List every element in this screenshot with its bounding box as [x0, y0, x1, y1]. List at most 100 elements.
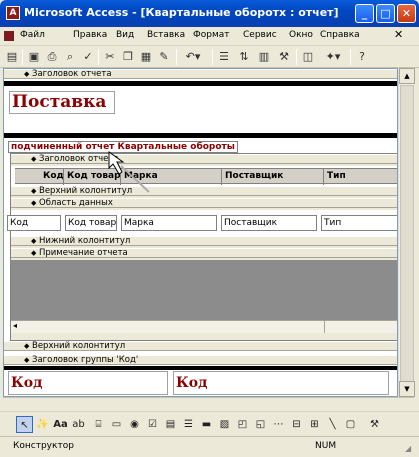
new-object-icon[interactable]: ✦▾	[320, 49, 346, 65]
band-label: Верхний колонтитул	[32, 341, 126, 351]
print-icon[interactable]: ⎙	[44, 49, 60, 65]
menu-insert[interactable]: Вставка	[147, 30, 185, 40]
band-page-header[interactable]: ◆ Верхний колонтитул	[4, 341, 397, 351]
textbox-icon[interactable]: ab	[70, 416, 87, 433]
command-button-icon[interactable]: ▬	[198, 416, 215, 433]
tab-control-icon[interactable]: ⊟	[288, 416, 305, 433]
menu-view[interactable]: Вид	[116, 30, 134, 40]
band-report-header[interactable]: ◆ Заголовок отчета	[4, 69, 397, 79]
menu-format[interactable]: Формат	[193, 30, 230, 40]
select-objects-icon[interactable]: ↖	[16, 416, 33, 433]
maximize-button[interactable]: □	[376, 4, 395, 23]
bound-frame-icon[interactable]: ◱	[252, 416, 269, 433]
rectangle-icon[interactable]: ▢	[342, 416, 359, 433]
sub-header-section: Код Код товара Марка Поставщик Тип	[11, 166, 397, 186]
combobox-icon[interactable]: ▤	[162, 416, 179, 433]
minimize-button[interactable]: _	[355, 4, 374, 23]
control-wizards-icon[interactable]: ✨	[34, 416, 51, 433]
scroll-thumb[interactable]	[400, 85, 414, 385]
copy-icon[interactable]: ❐	[120, 49, 136, 65]
checkbox-icon[interactable]: ☑	[144, 416, 161, 433]
help-icon[interactable]: ?	[354, 49, 370, 65]
band-arrow-icon: ◆	[24, 342, 30, 350]
sorting-grouping-icon[interactable]: ⇅	[236, 49, 252, 65]
resize-grip-icon[interactable]: ◢	[405, 444, 411, 453]
label-icon[interactable]: Aa	[52, 416, 69, 433]
build-icon[interactable]: ⚒	[276, 49, 292, 65]
detail-section: Код Код товара Марка Поставщик Тип	[7, 210, 397, 236]
group-header-line	[4, 366, 397, 370]
report-title-label[interactable]: Поставка	[9, 91, 115, 114]
subreport-hscrollbar[interactable]: ◂	[11, 320, 397, 333]
toggle-button-icon[interactable]: ▭	[108, 416, 125, 433]
undo-icon[interactable]: ↶▾	[180, 49, 206, 65]
group-field[interactable]: Код	[173, 371, 389, 395]
toolbox-toolbar: ↖ ✨ Aa ab ⌸ ▭ ◉ ☑ ▤ ☰ ▬ ▨ ◰ ◱ ⋯ ⊟ ⊞ ╲ ▢ …	[0, 411, 419, 436]
close-button[interactable]: ✕	[397, 4, 416, 23]
sub-band-detail[interactable]: ◆ Область данных	[11, 198, 397, 208]
field-list-icon[interactable]: ☰	[216, 49, 232, 65]
band-arrow-icon: ◆	[31, 199, 37, 207]
detail-field-supplier[interactable]: Поставщик	[221, 215, 317, 231]
column-header-row: Код Код товара Марка Поставщик Тип	[15, 168, 397, 185]
format-painter-icon[interactable]: ✎	[156, 49, 172, 65]
report-design-area[interactable]: ◆ Заголовок отчета Поставка подчиненный …	[3, 68, 398, 397]
document-icon[interactable]	[4, 31, 14, 41]
vertical-scrollbar[interactable]: ▲ ▼	[398, 68, 415, 397]
scroll-down-arrow-icon[interactable]: ▼	[399, 381, 415, 397]
detail-field-type[interactable]: Тип	[321, 215, 397, 231]
menu-file[interactable]: Файл	[20, 30, 45, 40]
scroll-up-arrow-icon[interactable]: ▲	[399, 68, 415, 84]
status-bar: Конструктор NUM ◢	[0, 436, 419, 457]
save-icon[interactable]: ▣	[26, 49, 42, 65]
band-label: Заголовок отчета	[32, 69, 112, 79]
print-preview-icon[interactable]: ⌕	[62, 49, 78, 65]
title-bar[interactable]: A Microsoft Access - [Квартальные оборот…	[0, 0, 419, 27]
detail-field-brand[interactable]: Марка	[121, 215, 217, 231]
cut-icon[interactable]: ✂	[102, 49, 118, 65]
spelling-icon[interactable]: ✓	[80, 49, 96, 65]
mdi-close-icon[interactable]: ✕	[394, 28, 403, 41]
menu-window[interactable]: Окно	[289, 30, 313, 40]
band-group-header[interactable]: ◆ Заголовок группы 'Код'	[4, 355, 397, 365]
sub-band-page-footer[interactable]: ◆ Нижний колонтитул	[11, 236, 397, 246]
option-group-icon[interactable]: ⌸	[90, 416, 107, 433]
menu-help[interactable]: Справка	[320, 30, 360, 40]
menu-tools[interactable]: Сервис	[243, 30, 277, 40]
sub-band-page-header[interactable]: ◆ Верхний колонтитул	[11, 186, 397, 196]
band-arrow-icon: ◆	[31, 249, 37, 257]
detail-field-code[interactable]: Код	[7, 215, 61, 231]
listbox-icon[interactable]: ☰	[180, 416, 197, 433]
band-label: Область данных	[39, 198, 113, 208]
menu-bar: Файл Правка Вид Вставка Формат Сервис Ок…	[0, 27, 419, 46]
report-header-line	[4, 81, 397, 86]
unbound-frame-icon[interactable]: ◰	[234, 416, 251, 433]
access-key-icon[interactable]: A	[6, 6, 20, 20]
more-controls-icon[interactable]: ⚒	[366, 416, 383, 433]
detail-field-product-code[interactable]: Код товара	[65, 215, 117, 231]
scroll-left-arrow-icon[interactable]: ◂	[13, 321, 17, 330]
database-window-icon[interactable]: ◫	[300, 49, 316, 65]
group-label[interactable]: Код	[8, 371, 168, 395]
line-icon[interactable]: ╲	[324, 416, 341, 433]
paste-icon[interactable]: ▦	[138, 49, 154, 65]
sub-band-report-header[interactable]: ◆ Заголовок отчета	[11, 154, 397, 164]
option-button-icon[interactable]: ◉	[126, 416, 143, 433]
band-arrow-icon: ◆	[24, 356, 30, 364]
mouse-cursor-icon	[108, 151, 150, 193]
image-icon[interactable]: ▨	[216, 416, 233, 433]
column-header-type[interactable]: Тип	[324, 169, 397, 185]
view-icon[interactable]: ▤	[4, 49, 20, 65]
sub-band-report-footer[interactable]: ◆ Примечание отчета	[11, 248, 397, 258]
subreport-empty-area	[11, 260, 397, 320]
column-header-supplier[interactable]: Поставщик	[222, 169, 324, 185]
properties-icon[interactable]: ▥	[256, 49, 272, 65]
subform-icon[interactable]: ⊞	[306, 416, 323, 433]
band-arrow-icon: ◆	[31, 237, 37, 245]
band-arrow-icon: ◆	[24, 70, 30, 78]
page-break-icon[interactable]: ⋯	[270, 416, 287, 433]
band-label: Примечание отчета	[39, 248, 128, 258]
menu-edit[interactable]: Правка	[73, 30, 107, 40]
column-header-code[interactable]: Код	[40, 169, 64, 185]
subreport-control[interactable]: ◆ Заголовок отчета Код Код товара Марка …	[7, 153, 397, 341]
